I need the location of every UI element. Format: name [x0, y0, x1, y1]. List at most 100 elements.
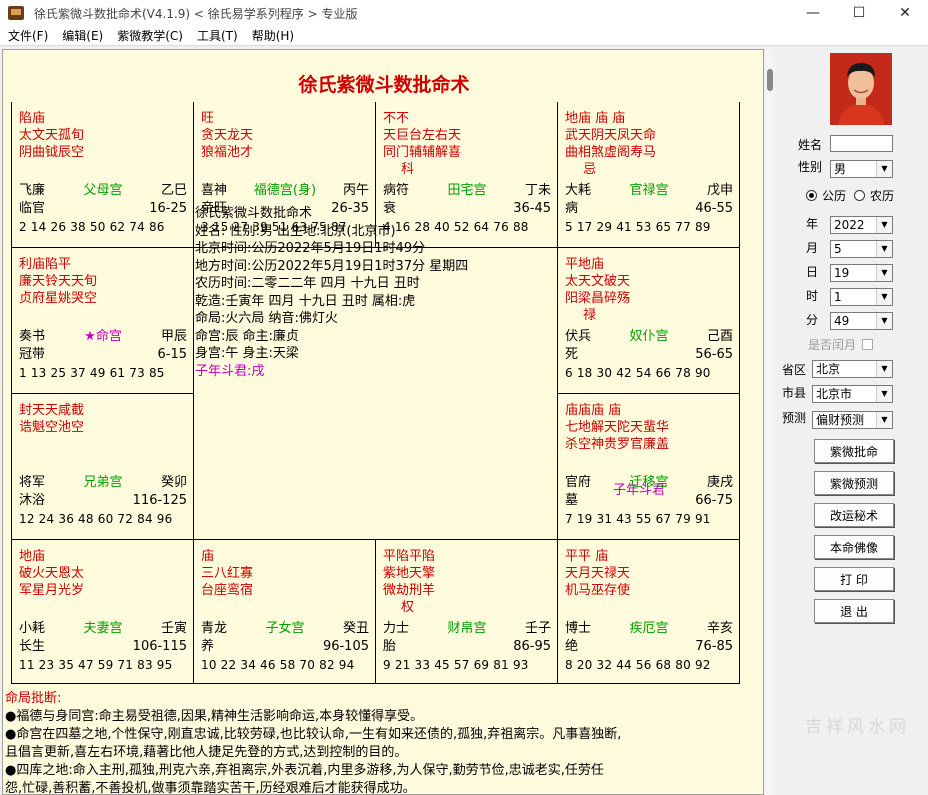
palace-stage: 死 — [565, 347, 579, 362]
palace-stage-row: 胎 86-95 — [383, 638, 551, 655]
palace-zinv[interactable]: 庙三八红寡 台座鸾宿 青龙 子女宫 癸丑养 96-105 10 22 34 46 58 70… — [193, 540, 375, 685]
palace-branch: 丙午 — [342, 183, 369, 198]
star-line: 太文天孤旬 — [19, 128, 85, 143]
city-select[interactable]: 北京市 ▼ — [812, 385, 893, 403]
year-select[interactable]: 2022 ▼ — [830, 216, 893, 234]
star-line: 诰魁空池空 — [19, 420, 85, 435]
day-value: 19 — [834, 266, 850, 280]
menu-tools[interactable]: 工具(T) — [190, 27, 245, 44]
menu-help[interactable]: 帮助(H) — [245, 27, 301, 44]
star-line: 权 — [401, 600, 415, 615]
palace-name-row: 青龙 子女宫 癸丑 — [201, 620, 369, 637]
palace-guanlu[interactable]: 地庙 庙 庙武天阴天凤天命 曲相煞虚阁寿马忌大耗 官禄宫 戊申病 46-55 5 17 2… — [557, 102, 739, 247]
palace-range: 116-125 — [132, 493, 187, 508]
close-button[interactable]: ✕ — [882, 0, 928, 26]
window-controls: — ☐ ✕ — [790, 0, 928, 26]
star-line: 地庙 庙 庙 — [565, 111, 626, 126]
maximize-button[interactable]: ☐ — [836, 0, 882, 26]
palace-ming[interactable]: 利庙陷平 廉天铃天天旬 贞府星姚哭空 奏书 ★命宫 甲辰 冠带 6-15 1 13 25 37 … — [11, 248, 193, 393]
palace-name: 奴仆宫 — [629, 329, 669, 344]
client-area: 徐氏紫微斗数批命术 陷庙 太文天孤旬 阴曲钺辰空 飞廉 父母宫 乙巳 临官 16-25 2 14… — [0, 47, 928, 795]
day-select[interactable]: 19 ▼ — [830, 264, 893, 282]
minimize-button[interactable]: — — [790, 0, 836, 26]
chevron-down-icon: ▼ — [876, 361, 892, 377]
palace-branch: 己酉 — [706, 329, 733, 344]
year-value: 2022 — [834, 218, 865, 232]
palace-caibo[interactable]: 平陷平陷 紫地天擎 微劫刑羊权力士 财帛宫 壬子胎 86-95 9 21 33 45 57 … — [375, 540, 557, 685]
solar-radio[interactable]: 公历 — [806, 187, 846, 204]
radio-selected-icon — [806, 190, 817, 201]
print-button[interactable]: 打 印 — [814, 567, 894, 591]
exit-button[interactable]: 退 出 — [814, 599, 894, 623]
ziwei-forecast-button[interactable]: 紫微预测 — [814, 471, 894, 495]
palace-name: 父母宫 — [83, 183, 123, 198]
scrollbar-thumb[interactable] — [767, 69, 773, 91]
vertical-scrollbar[interactable] — [765, 49, 775, 795]
forecast-select[interactable]: 偏财预测 ▼ — [812, 411, 893, 429]
star-line: 武天阴天凤天命 — [565, 128, 657, 143]
name-input[interactable] — [830, 135, 893, 152]
palace-god: 小耗 — [19, 621, 46, 636]
palace-name: 子女宫 — [265, 621, 305, 636]
star-line: 台座鸾宿 — [201, 583, 254, 598]
month-select[interactable]: 5 ▼ — [830, 240, 893, 258]
hour-value: 1 — [834, 290, 842, 304]
star-line: 紫地天擎 — [383, 566, 436, 581]
palace-name: 田宅宫 — [447, 183, 487, 198]
avatar — [830, 53, 892, 125]
palace-stage: 绝 — [565, 639, 579, 654]
palace-fumu[interactable]: 陷庙 太文天孤旬 阴曲钺辰空 飞廉 父母宫 乙巳 临官 16-25 2 14 26 38 50 … — [11, 102, 193, 247]
center-line: 乾造:壬寅年 四月 十九日 丑时 属相:虎 — [195, 293, 416, 309]
chevron-down-icon: ▼ — [876, 386, 892, 402]
menu-teaching[interactable]: 紫微教学(C) — [110, 27, 190, 44]
palace-god: 奏书 — [19, 329, 46, 344]
fortune-change-button[interactable]: 改运秘术 — [814, 503, 894, 527]
chart-pane: 徐氏紫微斗数批命术 陷庙 太文天孤旬 阴曲钺辰空 飞廉 父母宫 乙巳 临官 16-25 2 14… — [2, 49, 764, 795]
star-line: 同门辅辅解喜 — [383, 145, 462, 160]
analysis-heading: 命局批断: — [5, 691, 62, 706]
star-line: 地庙 — [19, 549, 46, 564]
star-line: 平平 庙 — [565, 549, 609, 564]
side-panel: 姓名 性别 男 ▼ 公历 农历 年 2022 ▼ 月 5 ▼ 日 19 ▼ 时 1 ▼ 分… — [778, 47, 928, 795]
palace-name-row: 伏兵 奴仆宫 己酉 — [565, 328, 733, 345]
province-select[interactable]: 北京 ▼ — [812, 360, 893, 378]
ziwei-reading-button[interactable]: 紫微批命 — [814, 439, 894, 463]
palace-fuqi[interactable]: 地庙 破火天恩太 军星月光岁 小耗 夫妻宫 壬寅 长生 106-115 11 23 35 47 … — [11, 540, 193, 685]
menu-edit[interactable]: 编辑(E) — [55, 27, 110, 44]
star-line: 七地解天陀天蜚华 — [565, 420, 670, 435]
gender-select[interactable]: 男 ▼ — [830, 160, 893, 178]
hour-select[interactable]: 1 ▼ — [830, 288, 893, 306]
forecast-label: 预测 — [782, 411, 807, 425]
palace-god: 喜神 — [201, 183, 228, 198]
palace-god: 飞廉 — [19, 183, 46, 198]
center-line: 地方时间:公历2022年5月19日1时37分 星期四 — [195, 258, 469, 274]
center-info: 徐氏紫微斗数批命术 姓名: 性别:男 出生地:北京(北京市) 北京时间:公历20… — [195, 205, 551, 380]
analysis-line: ●命宫在四墓之地,个性保守,刚直忠诚,比较劳碌,也比较认命,一生有如来还债的,孤… — [5, 727, 622, 742]
palace-stage-row: 临官 16-25 — [19, 200, 187, 217]
analysis-line: ●四库之地:命入主刑,孤独,刑克六亲,弃祖离宗,外表沉着,内里多游移,为人保守,… — [5, 763, 604, 778]
menu-file[interactable]: 文件(F) — [0, 27, 55, 44]
window-title: 徐氏紫微斗数批命术(V4.1.9) < 徐氏易学系列程序 > 专业版 — [34, 6, 358, 21]
palace-stage: 病 — [565, 201, 579, 216]
gender-label: 性别 — [798, 160, 823, 174]
palace-range: 86-95 — [513, 639, 551, 654]
palace-god: 力士 — [383, 621, 410, 636]
palace-name: 夫妻宫 — [83, 621, 123, 636]
lunar-radio[interactable]: 农历 — [854, 187, 894, 204]
palace-god: 官府 — [565, 475, 592, 490]
name-label: 姓名 — [798, 138, 823, 152]
palace-jie[interactable]: 平平 庙天月天禄天 机马巫存使 博士 疾厄宫 辛亥绝 76-85 8 20 32 44 56… — [557, 540, 739, 685]
palace-nupu[interactable]: 平地庙 太天文破天 阳梁昌碎殇禄伏兵 奴仆宫 己酉死 56-65 6 18 30 42 54… — [557, 248, 739, 393]
buddha-button[interactable]: 本命佛像 — [814, 535, 894, 559]
palace-qianyi[interactable]: 庙庙庙 庙七地解天陀天蜚华 杀空神贵罗官廉盖 子年斗君 官府 迁移宫 庚戌墓 66-75 7 … — [557, 394, 739, 539]
center-line: 姓名: 性别:男 出生地:北京(北京市) — [195, 223, 396, 239]
palace-stage-row: 养 96-105 — [201, 638, 369, 655]
chevron-down-icon: ▼ — [876, 412, 892, 428]
solar-label: 公历 — [822, 189, 847, 203]
palace-range: 16-25 — [149, 201, 187, 216]
palace-xiongdi[interactable]: 封天天咸截 诰魁空池空 将军 兄弟宫 癸卯 沐浴 116-125 12 24 36 48 60… — [11, 394, 193, 539]
minute-select[interactable]: 49 ▼ — [830, 312, 893, 330]
leap-month-checkbox[interactable]: 是否闰月 — [808, 336, 874, 353]
analysis-line: ●福德与身同宫:命主易受祖德,因果,精神生活影响命运,本身较懂得享受。 — [5, 709, 424, 724]
palace-stage: 墓 — [565, 493, 579, 508]
